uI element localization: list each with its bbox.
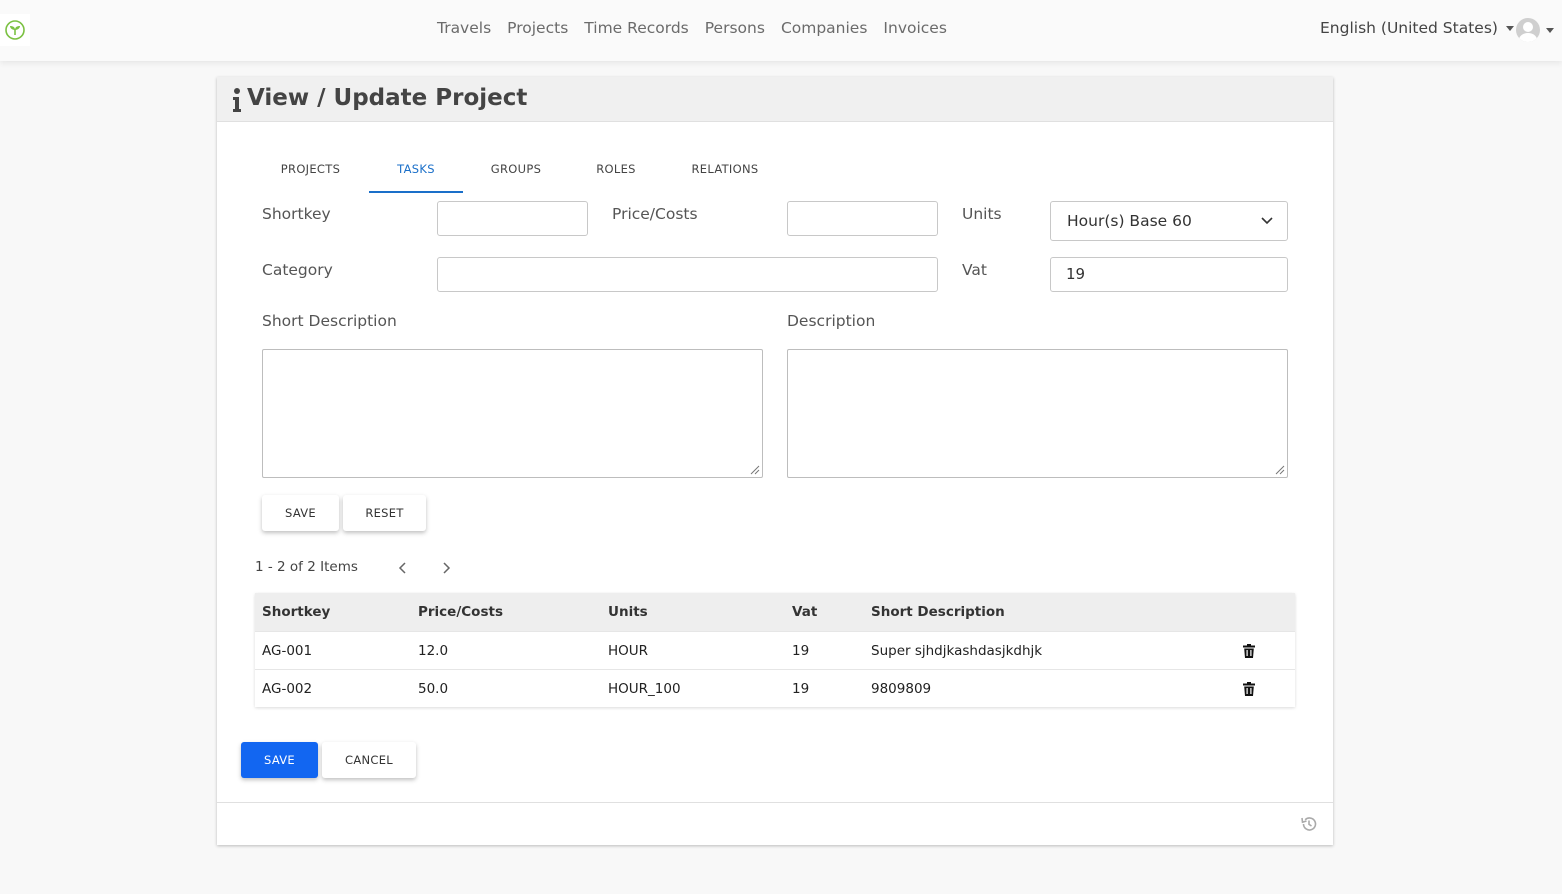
chevron-down-icon: [1261, 217, 1273, 225]
units-label: Units: [962, 205, 1002, 223]
shortkey-input[interactable]: [437, 201, 588, 236]
column-header-price-costs[interactable]: Price/Costs: [418, 593, 503, 631]
project-card: View / Update Project PROJECTS TASKS GRO…: [217, 77, 1333, 845]
main-nav: Travels Projects Time Records Persons Co…: [437, 19, 963, 37]
language-dropdown[interactable]: English (United States): [1320, 19, 1514, 37]
category-label: Category: [262, 261, 333, 279]
cancel-button[interactable]: CANCEL: [322, 742, 416, 778]
shortkey-label: Shortkey: [262, 205, 331, 223]
table-row[interactable]: AG-001 12.0 HOUR 19 Super sjhdjkashdasjk…: [255, 631, 1295, 669]
cell-price-costs: 50.0: [418, 681, 449, 697]
resize-handle-icon[interactable]: [1273, 463, 1285, 475]
cell-units: HOUR_100: [608, 681, 681, 697]
user-avatar-icon: [1516, 18, 1540, 42]
cell-short-description: 9809809: [871, 681, 932, 697]
tab-roles[interactable]: ROLES: [569, 151, 663, 193]
column-header-units[interactable]: Units: [608, 593, 648, 631]
task-reset-button[interactable]: RESET: [343, 495, 426, 531]
description-textarea[interactable]: [787, 349, 1288, 478]
chevron-right-icon[interactable]: [441, 562, 451, 574]
price-costs-input[interactable]: [787, 201, 938, 236]
tasks-table: Shortkey Price/Costs Units Vat Short Des…: [255, 593, 1295, 707]
vat-label: Vat: [962, 261, 987, 279]
language-label: English (United States): [1320, 19, 1498, 37]
table-header: Shortkey Price/Costs Units Vat Short Des…: [255, 593, 1295, 631]
task-save-button[interactable]: SAVE: [262, 495, 339, 531]
caret-down-icon: [1546, 27, 1554, 33]
tab-projects[interactable]: PROJECTS: [252, 151, 369, 193]
nav-link-persons[interactable]: Persons: [705, 19, 765, 37]
units-select-value: Hour(s) Base 60: [1067, 212, 1192, 230]
nav-link-time-records[interactable]: Time Records: [584, 19, 689, 37]
column-header-vat[interactable]: Vat: [792, 593, 817, 631]
short-description-textarea[interactable]: [262, 349, 763, 478]
cell-shortkey: AG-002: [262, 681, 313, 697]
trash-icon[interactable]: [1243, 644, 1255, 658]
category-input[interactable]: [437, 257, 938, 292]
units-select[interactable]: Hour(s) Base 60: [1050, 201, 1288, 241]
cell-price-costs: 12.0: [418, 643, 449, 659]
cell-shortkey: AG-001: [262, 643, 313, 659]
card-header: View / Update Project: [217, 77, 1333, 122]
chevron-left-icon[interactable]: [398, 562, 408, 574]
page-title: View / Update Project: [247, 85, 528, 111]
top-navbar: Travels Projects Time Records Persons Co…: [0, 0, 1562, 61]
tab-relations[interactable]: RELATIONS: [663, 151, 787, 193]
vat-input[interactable]: 19: [1050, 257, 1288, 292]
cell-units: HOUR: [608, 643, 649, 659]
save-button[interactable]: SAVE: [241, 742, 318, 778]
tab-tasks[interactable]: TASKS: [369, 151, 463, 193]
nav-link-companies[interactable]: Companies: [781, 19, 867, 37]
cell-vat: 19: [792, 681, 810, 697]
card-footer-divider: [217, 802, 1333, 803]
cell-short-description: Super sjhdjkashdasjkdhjk: [871, 643, 1043, 659]
tab-bar: PROJECTS TASKS GROUPS ROLES RELATIONS: [252, 151, 787, 193]
user-menu[interactable]: [1516, 18, 1554, 42]
tab-groups[interactable]: GROUPS: [463, 151, 569, 193]
resize-handle-icon[interactable]: [748, 463, 760, 475]
description-label: Description: [787, 312, 876, 330]
column-header-short-description[interactable]: Short Description: [871, 593, 1005, 631]
pager-info: 1 - 2 of 2 Items: [255, 559, 358, 575]
short-description-label: Short Description: [262, 312, 397, 330]
nav-link-projects[interactable]: Projects: [507, 19, 568, 37]
price-costs-label: Price/Costs: [612, 205, 698, 223]
history-icon[interactable]: [1300, 815, 1318, 833]
nav-link-travels[interactable]: Travels: [437, 19, 491, 37]
table-row[interactable]: AG-002 50.0 HOUR_100 19 9809809: [255, 669, 1295, 707]
cell-vat: 19: [792, 643, 810, 659]
info-icon: [233, 88, 241, 112]
trash-icon[interactable]: [1243, 682, 1255, 696]
nav-link-invoices[interactable]: Invoices: [883, 19, 947, 37]
caret-down-icon: [1505, 26, 1514, 31]
column-header-shortkey[interactable]: Shortkey: [262, 593, 330, 631]
sprout-logo-icon[interactable]: [0, 14, 30, 46]
